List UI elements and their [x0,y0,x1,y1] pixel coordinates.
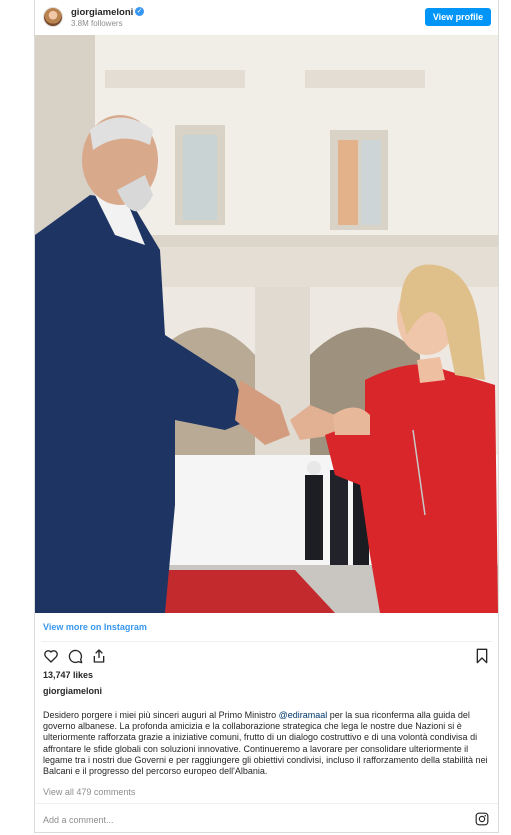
view-more-on-instagram-link[interactable]: View more on Instagram [43,622,147,632]
username-link[interactable]: giorgiameloni [71,7,133,18]
bookmark-icon[interactable] [474,648,490,664]
view-profile-button[interactable]: View profile [425,8,491,26]
post-header: giorgiameloni ✓ 3.8M followers View prof… [35,0,498,35]
share-icon[interactable] [91,648,107,664]
action-bar [41,648,492,664]
mention-link[interactable]: @ediramaal [279,710,328,720]
photo-illustration [35,35,498,613]
verified-badge-icon: ✓ [135,7,144,16]
view-all-comments-link[interactable]: View all 479 comments [43,787,135,797]
caption-text-start: Desidero porgere i miei più sinceri augu… [43,710,279,720]
comment-icon[interactable] [67,648,83,664]
avatar[interactable] [43,7,63,27]
heart-icon[interactable] [43,648,59,664]
instagram-embed-card: giorgiameloni ✓ 3.8M followers View prof… [34,0,499,833]
post-caption: Desidero porgere i miei più sinceri augu… [43,710,493,777]
follower-count: 3.8M followers [71,19,123,28]
post-photo[interactable] [35,35,498,613]
add-comment-input[interactable]: Add a comment... [43,815,114,825]
divider [35,803,498,804]
caption-username[interactable]: giorgiameloni [43,686,102,696]
instagram-icon[interactable] [475,812,489,826]
divider [41,641,492,642]
like-count[interactable]: 13,747 likes [43,670,93,680]
